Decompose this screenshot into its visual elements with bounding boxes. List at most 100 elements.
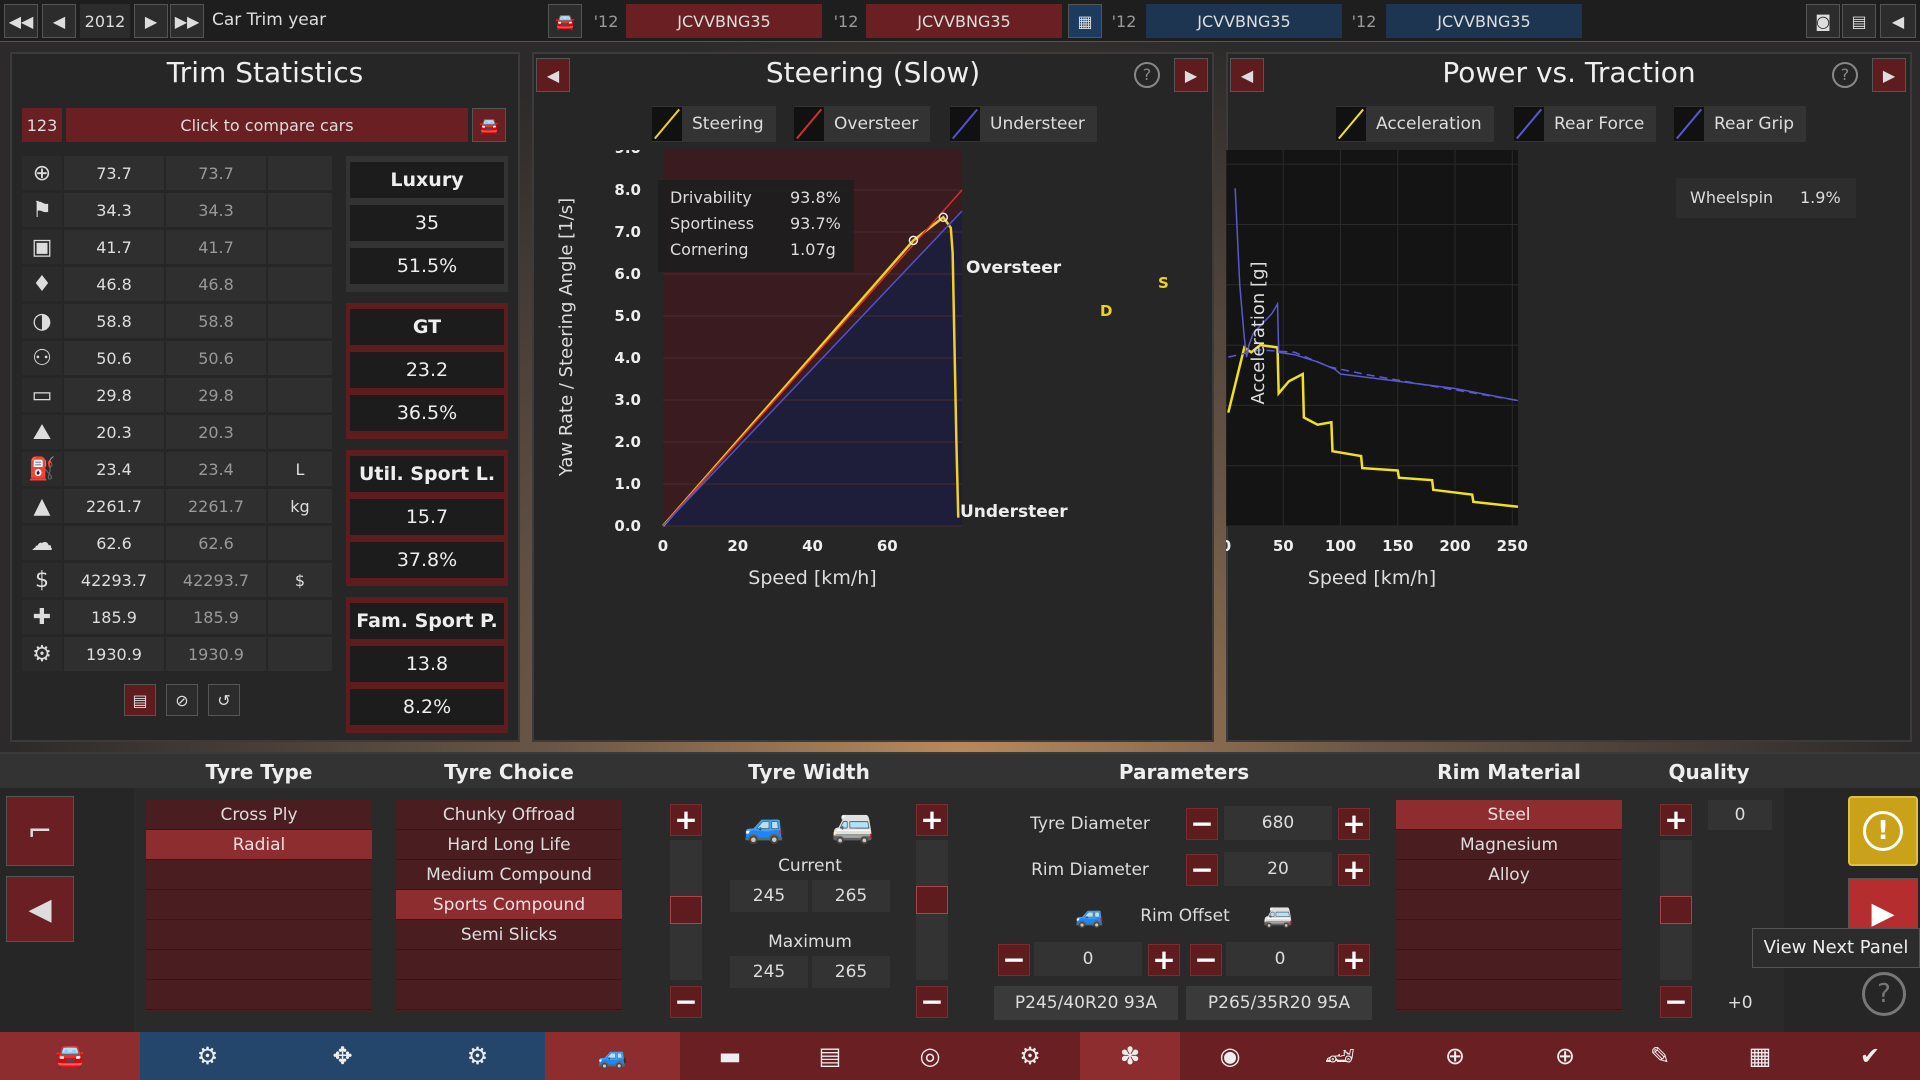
nav-interior-icon[interactable]: ⊕ (1400, 1032, 1510, 1080)
rim-diameter-increase[interactable]: + (1338, 854, 1370, 886)
power-help-icon[interactable]: ? (1832, 62, 1858, 88)
legend-rear-force[interactable]: Rear Force (1514, 106, 1657, 142)
quality-top-value: 0 (1708, 800, 1772, 830)
tyre-type-item[interactable]: Cross Ply (146, 800, 372, 830)
quality-decrease[interactable]: − (1660, 986, 1692, 1018)
offset-front-increase[interactable]: + (1148, 944, 1180, 976)
first-year-button[interactable]: ◀◀ (4, 4, 38, 38)
nav-suspension-icon[interactable]: ▤ (780, 1032, 880, 1080)
nav-chassis-icon[interactable]: ▬ (680, 1032, 780, 1080)
trim-stat-value: 34.3 (64, 193, 164, 227)
nav-car-body-icon[interactable]: 🚘 (0, 1032, 140, 1080)
offset-rear-decrease[interactable]: − (1190, 944, 1222, 976)
rim-material-item[interactable]: Alloy (1396, 860, 1622, 890)
reset-icon[interactable]: ↺ (208, 684, 240, 716)
oversteer-region-label: Oversteer (966, 258, 1062, 278)
steering-next-button[interactable]: ▶ (1174, 58, 1208, 92)
rim-material-item[interactable] (1396, 950, 1622, 980)
rim-material-item[interactable]: Steel (1396, 800, 1622, 830)
marker-s-label: S (1158, 274, 1169, 292)
legend-oversteer[interactable]: Oversteer (794, 106, 931, 142)
tyre-type-title: Tyre Type (205, 760, 313, 784)
grid-view-icon[interactable]: ▦ (1068, 4, 1102, 38)
width-front-slider-handle[interactable] (670, 896, 702, 924)
car-slot-3[interactable]: JCVVBNG35 (1146, 4, 1342, 38)
quality-increase[interactable]: + (1660, 804, 1692, 836)
width-front-decrease[interactable]: − (670, 986, 702, 1018)
tyre-type-item[interactable] (146, 920, 372, 950)
tyre-type-item[interactable] (146, 950, 372, 980)
width-rear-increase[interactable]: + (916, 804, 948, 836)
chart-view-icon[interactable]: ⌐ (6, 796, 74, 866)
offset-front-value[interactable]: 0 (1034, 942, 1142, 976)
tyre-choice-item[interactable]: Semi Slicks (396, 920, 622, 950)
offset-front-decrease[interactable]: − (998, 944, 1030, 976)
back-button[interactable]: ◀ (6, 876, 74, 942)
tyre-choice-item[interactable]: Medium Compound (396, 860, 622, 890)
nav-engine-tuning-icon[interactable]: ⚙ (410, 1032, 545, 1080)
nav-finish-icon[interactable]: ✔ (1820, 1032, 1920, 1080)
clear-icon[interactable]: ⊘ (166, 684, 198, 716)
offset-rear-increase[interactable]: + (1338, 944, 1370, 976)
rim-diameter-decrease[interactable]: − (1186, 854, 1218, 886)
quality-slider-handle[interactable] (1660, 896, 1692, 924)
car-slot-2[interactable]: JCVVBNG35 (866, 4, 1062, 38)
nav-aero-icon[interactable]: 🏎 (1280, 1032, 1400, 1080)
tyre-type-item[interactable] (146, 860, 372, 890)
compare-count[interactable]: 123 (22, 108, 62, 142)
car-slot-1[interactable]: JCVVBNG35 (626, 4, 822, 38)
rim-material-item[interactable] (1396, 890, 1622, 920)
nav-gearbox-icon[interactable]: ⚙ (980, 1032, 1080, 1080)
nav-brakes-icon[interactable]: ◉ (1180, 1032, 1280, 1080)
legend-understeer[interactable]: Understeer (950, 106, 1097, 142)
calculator-icon[interactable]: ▤ (1842, 4, 1876, 38)
tyre-diameter-increase[interactable]: + (1338, 808, 1370, 840)
rim-diameter-value[interactable]: 20 (1224, 852, 1332, 886)
legend-rear-grip[interactable]: Rear Grip (1674, 106, 1806, 142)
nav-trim-icon[interactable]: 🚙 (545, 1032, 680, 1080)
market-name: GT (350, 309, 504, 345)
offset-rear-value[interactable]: 0 (1226, 942, 1334, 976)
tyre-type-item[interactable]: Radial (146, 830, 372, 860)
tyre-choice-item[interactable]: Hard Long Life (396, 830, 622, 860)
tyre-choice-item[interactable] (396, 950, 622, 980)
tyre-diameter-decrease[interactable]: − (1186, 808, 1218, 840)
prev-year-button[interactable]: ◀ (42, 4, 76, 38)
help-icon[interactable]: ? (1862, 972, 1906, 1016)
nav-fixture-icon[interactable]: ✎ (1620, 1032, 1700, 1080)
nav-drivetrain-icon[interactable]: ◎ (880, 1032, 980, 1080)
steering-icon: ⊕ (22, 156, 62, 190)
compare-car-icon[interactable]: 🚘 (472, 108, 506, 142)
tyre-choice-item[interactable]: Chunky Offroad (396, 800, 622, 830)
rim-material-item[interactable] (1396, 920, 1622, 950)
tyre-choice-item[interactable] (396, 980, 622, 1010)
tyre-choice-item[interactable]: Sports Compound (396, 890, 622, 920)
steering-help-icon[interactable]: ? (1134, 62, 1160, 88)
tyre-diameter-value[interactable]: 680 (1224, 806, 1332, 840)
nav-engine-icon[interactable]: ✥ (275, 1032, 410, 1080)
notes-icon[interactable]: ▤ (124, 684, 156, 716)
power-next-button[interactable]: ▶ (1872, 58, 1906, 92)
nav-testing-icon[interactable]: ▦ (1700, 1032, 1820, 1080)
legend-acceleration[interactable]: Acceleration (1336, 106, 1494, 142)
camera-icon[interactable]: ◙ (1806, 4, 1840, 38)
nav-safety-icon[interactable]: ⊕ (1510, 1032, 1620, 1080)
nav-engine-design-icon[interactable]: ⚙ (140, 1032, 275, 1080)
width-front-increase[interactable]: + (670, 804, 702, 836)
warning-button[interactable]: ! (1848, 796, 1918, 866)
x-tick-label: 150 (1382, 537, 1413, 555)
nav-wheels-icon[interactable]: ✽ (1080, 1032, 1180, 1080)
legend-steering[interactable]: Steering (652, 106, 776, 142)
tyre-type-item[interactable] (146, 980, 372, 1010)
next-year-button[interactable]: ▶ (134, 4, 168, 38)
rim-material-item[interactable] (1396, 980, 1622, 1010)
width-rear-slider-handle[interactable] (916, 886, 948, 914)
width-rear-decrease[interactable]: − (916, 986, 948, 1018)
back-arrow-icon[interactable]: ◀ (1880, 4, 1916, 38)
last-year-button[interactable]: ▶▶ (170, 4, 204, 38)
tyre-type-item[interactable] (146, 890, 372, 920)
car-slot-icon[interactable]: 🚘 (548, 4, 582, 38)
car-slot-4[interactable]: JCVVBNG35 (1386, 4, 1582, 38)
rim-material-item[interactable]: Magnesium (1396, 830, 1622, 860)
compare-cars-button[interactable]: Click to compare cars (66, 108, 468, 142)
